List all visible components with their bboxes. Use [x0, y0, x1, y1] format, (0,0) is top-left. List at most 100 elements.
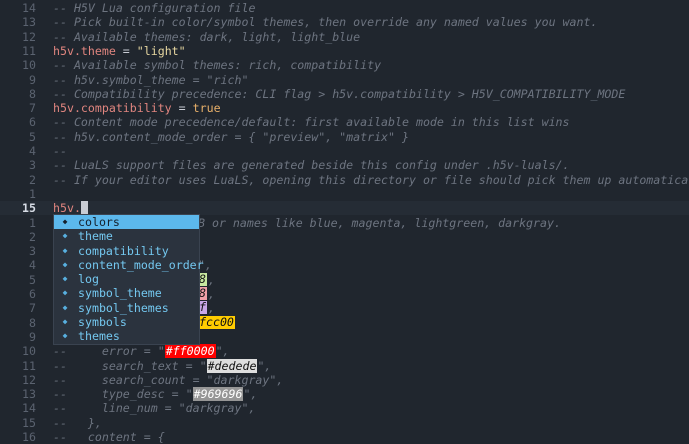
completion-item[interactable]: ◆ symbol_themes [54, 301, 199, 315]
code-line[interactable]: 13 -- Pick built-in color/symbol themes, … [0, 15, 689, 29]
code-line[interactable]: 12 -- search_count = "darkgray", [0, 373, 689, 387]
line-number: 6 [29, 287, 36, 301]
comment-text: ", [243, 387, 258, 402]
identifier-text: h5v.compatibility [53, 101, 172, 116]
line-content: -- Available themes: dark, light, light_… [53, 30, 360, 44]
comment-text: -- }, [53, 415, 102, 430]
completion-item[interactable]: ◆ content_mode_order [54, 258, 204, 272]
line-number: 4 [29, 258, 36, 273]
line-number: 10 [22, 344, 36, 359]
comment-text: , [208, 272, 215, 287]
code-line[interactable]: 7 h5v.compatibility = true [0, 101, 689, 115]
line-number: 11 [22, 43, 36, 58]
line-number: 15 [22, 201, 36, 216]
line-number: 5 [29, 272, 36, 287]
line-number: 8 [29, 86, 36, 101]
comment-text: -- search_count = "darkgray", [53, 372, 284, 387]
completion-item-label: log [78, 272, 99, 287]
code-line[interactable]: 13 -- type_desc = "#969696", [0, 387, 689, 402]
color-swatch: #ff0000 [164, 344, 216, 359]
line-content: -- Pick built-in color/symbol themes, th… [53, 15, 597, 29]
line-number: 15 [22, 415, 36, 430]
code-line[interactable]: 1 [0, 187, 689, 201]
completion-item-label: symbol_themes [78, 300, 169, 315]
line-number: 7 [29, 101, 36, 116]
code-line[interactable]: 11 -- search_text = "#dedede", [0, 358, 689, 373]
value-text: true [192, 101, 221, 116]
code-line[interactable]: 14 -- H5V Lua configuration file [0, 1, 689, 15]
operator-text: = [115, 43, 137, 58]
comment-text: -- Pick built-in color/symbol themes, th… [53, 15, 598, 30]
completion-item-label: symbol_theme [78, 286, 162, 301]
completion-item[interactable]: ◆ compatibility [54, 244, 199, 258]
code-line[interactable]: 5 -- h5v.content_mode_order = { "preview"… [0, 130, 689, 144]
color-swatch: #dedede [206, 358, 258, 373]
code-line[interactable]: 2 -- If your editor uses LuaLS, opening t… [0, 173, 689, 187]
text-cursor [80, 201, 88, 215]
code-line[interactable]: 15 -- }, [0, 416, 689, 430]
line-content: , [208, 287, 215, 301]
comment-text: -- line_num = "darkgray", [53, 401, 256, 416]
completion-item[interactable]: ◆ symbols [54, 315, 199, 329]
code-line[interactable]: 8 -- Compatibility precedence: CLI flag >… [0, 87, 689, 101]
completion-item[interactable]: ◆ themes [54, 329, 199, 343]
completion-item-label: theme [78, 229, 113, 244]
line-number: 9 [29, 329, 36, 344]
comment-text: , [208, 287, 215, 301]
line-number: 11 [22, 358, 36, 373]
line-content: -- type_desc = "#969696", [53, 387, 258, 402]
code-line[interactable]: 4 -- [0, 144, 689, 158]
identifier-text: h5v.theme [53, 43, 116, 58]
code-editor[interactable]: 14 -- H5V Lua configuration file 13 -- Pick… [0, 0, 689, 444]
code-line[interactable]: 3 -- LuaLS support files are generated be… [0, 158, 689, 172]
line-number: 13 [22, 15, 36, 30]
line-content: -- If your editor uses LuaLS, opening th… [53, 173, 689, 187]
code-line[interactable]: 6 -- Content mode precedence/default: fir… [0, 115, 689, 129]
completion-item[interactable]: ◆ theme [54, 229, 199, 243]
line-number: 3 [29, 158, 36, 173]
field-icon: ◆ [62, 274, 68, 284]
completion-item[interactable]: ◆ log [54, 272, 199, 286]
operator-text: = [171, 101, 193, 116]
value-text: "light" [136, 43, 186, 58]
code-line[interactable]: 9 -- h5v.symbol_theme = "rich" [0, 73, 689, 87]
line-content: -- error = "#ff0000", [53, 344, 230, 359]
code-line[interactable]: 11 h5v.theme = "light" [0, 44, 689, 58]
line-content: -- [53, 144, 67, 158]
completion-item-label: symbols [78, 315, 127, 330]
line-content: -- H5V Lua configuration file [53, 1, 255, 15]
field-icon: ◆ [62, 231, 68, 241]
completion-item[interactable]: ◆ colors [54, 215, 199, 230]
line-number: 12 [22, 29, 36, 44]
comment-text: -- Available symbol themes: rich, compat… [53, 58, 382, 73]
comment-text: -- [53, 144, 67, 158]
completion-item-label: themes [78, 329, 120, 344]
code-line[interactable]: 16 -- content = { [0, 430, 689, 444]
completion-popup[interactable]: ◆ colors ◆ theme ◆ compatibility ◆ content_mode… [53, 214, 204, 345]
line-content: , [208, 273, 215, 287]
color-swatch: fcc00 [198, 314, 235, 329]
comment-text: -- Content mode precedence/default: firs… [53, 115, 570, 130]
line-number: 7 [29, 301, 36, 316]
code-line[interactable]: 10 -- error = "#ff0000", [0, 344, 689, 359]
line-number: 13 [22, 387, 36, 402]
line-number: 14 [22, 1, 36, 15]
line-content: h5v.theme = "light" [53, 44, 186, 58]
code-line[interactable]: 12 -- Available themes: dark, light, ligh… [0, 30, 689, 44]
comment-text: -- search_text = " [53, 358, 207, 373]
line-number: 4 [29, 144, 36, 158]
code-line[interactable]: 14 -- line_num = "darkgray", [0, 401, 689, 415]
field-icon: ◆ [62, 331, 68, 341]
line-number: 1 [29, 215, 36, 230]
completion-item[interactable]: ◆ symbol_theme [54, 286, 199, 300]
code-line[interactable]: 10 -- Available symbol themes: rich, comp… [0, 58, 689, 72]
line-number: 2 [29, 172, 36, 187]
comment-text: -- h5v.symbol_theme = "rich" [53, 72, 249, 87]
completion-item-label: compatibility [78, 243, 169, 258]
comment-text: -- Compatibility precedence: CLI flag > … [53, 86, 626, 101]
line-content: -- search_text = "#dedede", [53, 358, 271, 373]
line-content: -- LuaLS support files are generated bes… [53, 158, 570, 172]
comment-text: B or names like blue, magenta, lightgree… [198, 215, 561, 230]
comment-text: -- LuaLS support files are generated bes… [53, 158, 570, 173]
field-icon: ◆ [62, 288, 68, 298]
